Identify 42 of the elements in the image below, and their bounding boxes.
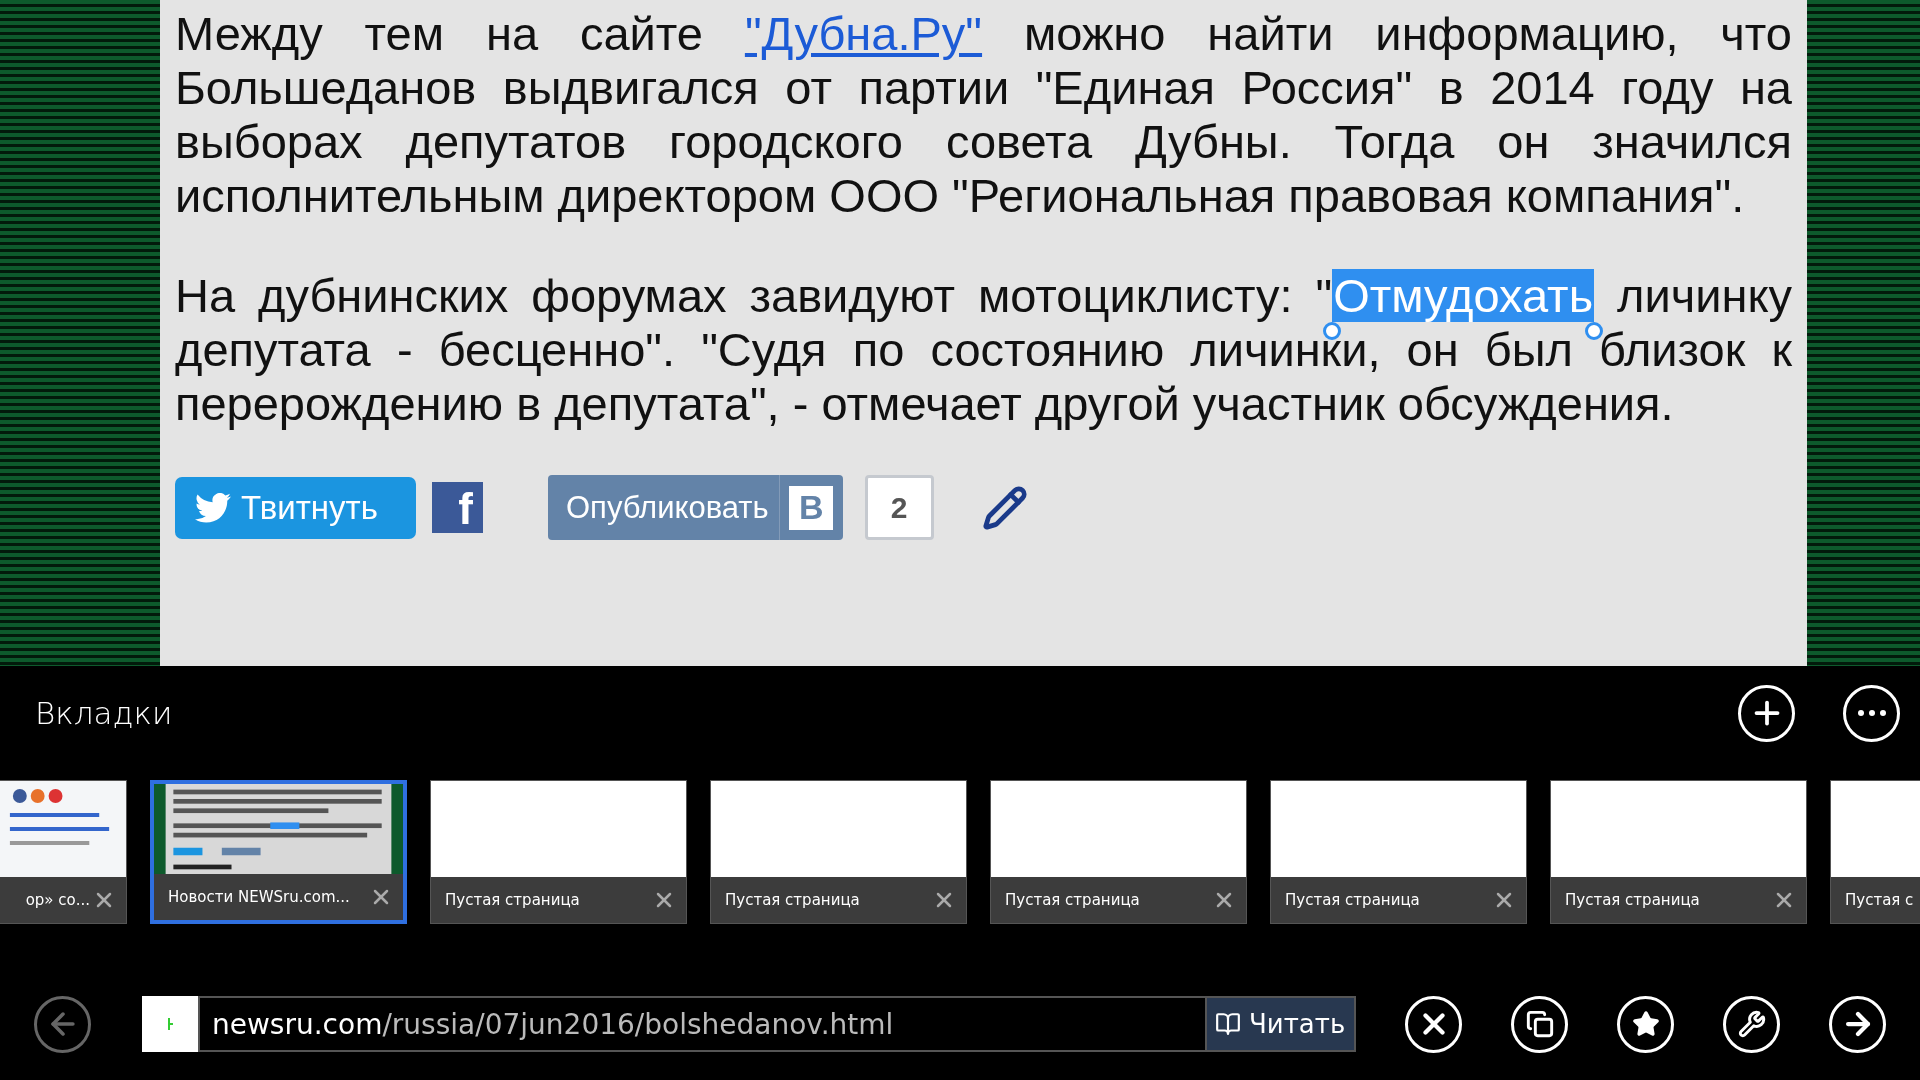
tab-card[interactable]: Пустая страница [710,780,967,924]
selection-handle[interactable] [1323,322,1342,340]
tab-card[interactable]: Пустая страница [1270,780,1527,924]
new-tab-button[interactable] [1738,684,1795,742]
share-count: 2 [864,475,934,540]
tab-title: Пустая страница [1285,891,1421,909]
tab-card[interactable]: Новости NEWSru.com... [150,780,407,924]
tab-title: Пустая с [1845,891,1915,909]
tab-title: Пустая страница [725,891,861,909]
settings-button[interactable] [1723,995,1780,1053]
stop-button[interactable] [1405,995,1462,1053]
source-link[interactable]: "Дубна.Ру" [744,7,983,60]
bird-icon [195,492,231,523]
tab-card[interactable]: ор» со... [0,780,127,924]
tab-title: Пустая страница [445,891,581,909]
tab-card[interactable]: Пустая страница [430,780,687,924]
publish-button[interactable]: Опубликовать В [548,475,843,540]
star-icon [1631,1010,1660,1038]
facebook-button[interactable]: f [432,482,483,533]
tab-title: Пустая страница [1005,891,1141,909]
tab-title: Пустая страница [1565,891,1701,909]
article-paragraph: На дубнинских форумах завидуют мотоциклисту: "Отмудохать личинку депутата - бесценно". "Судя по состоянию личинки, он был близок к перерождению в депутата", - отмечает другой участник обсуждения. [175,269,1792,431]
book-icon [1215,1011,1241,1037]
tab-card[interactable]: Пустая страница [990,780,1247,924]
copy-button[interactable] [1511,995,1568,1053]
copy-icon [1525,1010,1554,1038]
forward-button[interactable] [1829,995,1886,1053]
favorites-button[interactable] [1617,995,1674,1053]
selected-text: Отмудохать [1332,269,1595,322]
tab-card[interactable]: Пустая страница [1550,780,1807,924]
tab-title: Новости NEWSru.com... [168,888,351,906]
panel-title: Вкладки [35,695,174,731]
pencil-icon[interactable] [981,484,1028,531]
read-button[interactable]: Читать [1205,996,1356,1052]
more-icon [1857,710,1886,716]
favicon-icon [142,996,198,1052]
tab-card[interactable]: Пустая с [1830,780,1920,924]
article-paragraph: Между тем на сайте "Дубна.Ру" можно найти информацию, что Большеданов выдвигался от партии "Единая Россия" в 2014 году на выборах депутатов городского совета Дубны. Тогда он значился исполнительным директором ООО "Региональная правовая компания". [175,7,1792,223]
more-button[interactable] [1843,684,1900,742]
address-field[interactable]: newsru.com/russia/07jun2016/bolshedanov.html [198,996,1205,1052]
tab-title: ор» со... [24,891,91,909]
wrench-icon [1737,1010,1766,1038]
